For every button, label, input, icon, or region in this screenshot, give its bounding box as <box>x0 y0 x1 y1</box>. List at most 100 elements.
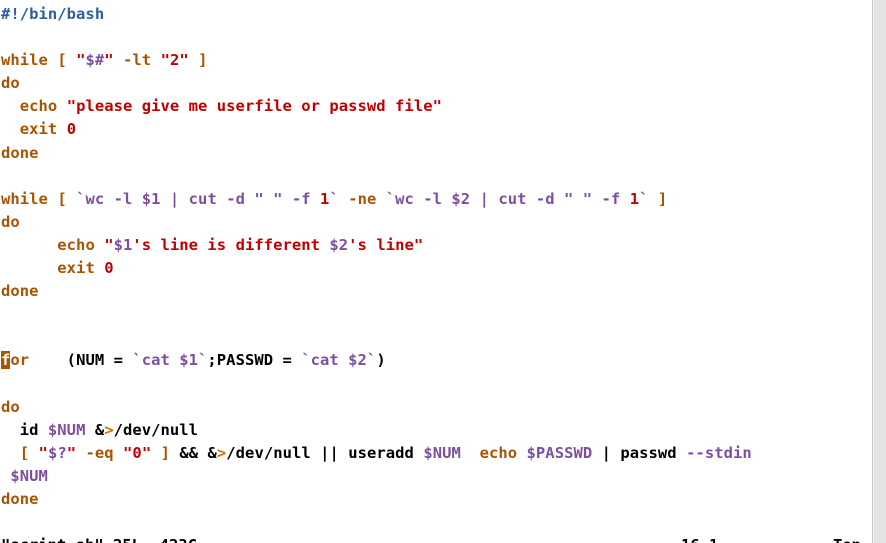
code-token: `wc -l $2 | cut -d " " -f <box>385 189 630 208</box>
vim-editor-window: #!/bin/bash while [ "$#" -lt "2" ] do ech… <box>0 0 886 543</box>
code-token: > <box>104 420 114 439</box>
code-line[interactable] <box>0 326 872 349</box>
code-line[interactable]: do <box>0 396 872 419</box>
code-line[interactable] <box>0 26 872 49</box>
code-token: /dev/null || useradd <box>226 443 424 462</box>
code-token: echo <box>57 235 95 254</box>
code-token: (NUM = <box>29 351 133 370</box>
code-token: 1 <box>320 189 330 208</box>
code-line[interactable] <box>0 373 872 396</box>
code-token: $PASSWD <box>526 443 593 462</box>
code-token: [ <box>19 443 30 462</box>
code-token: ` <box>329 189 339 208</box>
code-token: > <box>216 443 227 462</box>
code-token: " <box>104 51 114 70</box>
code-token: && & <box>169 443 217 462</box>
vim-status-line: "script.sh" 25L, 423C 16,1 Top <box>0 520 872 543</box>
code-line[interactable]: do <box>0 211 872 234</box>
code-line[interactable]: done <box>0 280 872 303</box>
code-token: -lt <box>123 51 152 70</box>
code-token: echo <box>19 97 58 116</box>
status-ruler: 16,1 <box>681 534 718 543</box>
code-token: [ <box>57 189 67 208</box>
code-line[interactable]: #!/bin/bash <box>0 3 872 26</box>
code-token: $NUM <box>10 466 48 485</box>
code-token: `cat $1` <box>132 351 208 370</box>
code-token: 0 <box>66 120 77 139</box>
code-token: $NUM <box>423 443 461 462</box>
code-token: -eq <box>85 443 114 462</box>
code-token: & <box>85 420 105 439</box>
code-line[interactable]: [ "$?" -eq "0" ] && &>/dev/null || usera… <box>0 442 872 465</box>
editor-text-area[interactable]: #!/bin/bash while [ "$#" -lt "2" ] do ech… <box>0 0 872 520</box>
code-token: " <box>66 443 77 462</box>
code-line[interactable]: echo "$1's line is different $2's line" <box>0 234 872 257</box>
code-line[interactable]: do <box>0 72 872 95</box>
code-token: $# <box>85 51 105 70</box>
code-line[interactable]: exit 0 <box>0 257 872 280</box>
code-token: "please give me userfile or passwd file" <box>66 97 442 116</box>
code-token: $1 <box>113 235 133 254</box>
code-line[interactable]: for (NUM = `cat $1`;PASSWD = `cat $2`) <box>0 349 872 372</box>
code-token: 2 <box>169 51 180 70</box>
code-token: 's line" <box>348 235 424 254</box>
scrollbar-thumb[interactable] <box>874 0 886 543</box>
code-token: ] <box>160 443 170 462</box>
code-token: " <box>104 235 114 254</box>
code-token: done <box>1 143 39 162</box>
code-token: or <box>10 351 30 370</box>
vertical-scrollbar[interactable] <box>872 0 886 543</box>
code-token: " <box>160 51 170 70</box>
code-token: while <box>1 51 48 70</box>
code-line[interactable]: id $NUM &>/dev/null <box>0 419 872 442</box>
code-token: while <box>1 189 48 208</box>
code-line[interactable]: echo "please give me userfile or passwd … <box>0 95 872 118</box>
code-token: ;PASSWD = <box>207 351 302 370</box>
code-token: | passwd <box>592 443 687 462</box>
code-token: " <box>141 443 152 462</box>
code-token: do <box>1 74 20 93</box>
code-line[interactable]: while [ "$#" -lt "2" ] <box>0 49 872 72</box>
code-token: ) <box>376 351 386 370</box>
code-token: ] <box>657 189 668 208</box>
code-token: do <box>1 212 20 231</box>
text-cursor: f <box>1 351 11 370</box>
code-token: [ <box>57 51 67 70</box>
code-line[interactable]: while [ `wc -l $1 | cut -d " " -f 1` -ne… <box>0 188 872 211</box>
code-token: 's line is different <box>132 235 330 254</box>
code-line[interactable]: done <box>0 142 872 165</box>
code-token: 1 <box>629 189 640 208</box>
code-line[interactable]: exit 0 <box>0 118 872 141</box>
code-token: $2 <box>329 235 349 254</box>
code-token: #!/bin/bash <box>1 5 105 23</box>
code-token: $NUM <box>47 420 86 439</box>
code-token: exit <box>19 120 58 139</box>
code-line[interactable] <box>0 165 872 188</box>
code-line[interactable]: $NUM <box>0 465 872 488</box>
status-file-info: "script.sh" 25L, 423C <box>1 534 197 543</box>
code-line[interactable]: done <box>0 488 872 511</box>
code-line[interactable] <box>0 303 872 326</box>
code-token: done <box>1 489 39 508</box>
